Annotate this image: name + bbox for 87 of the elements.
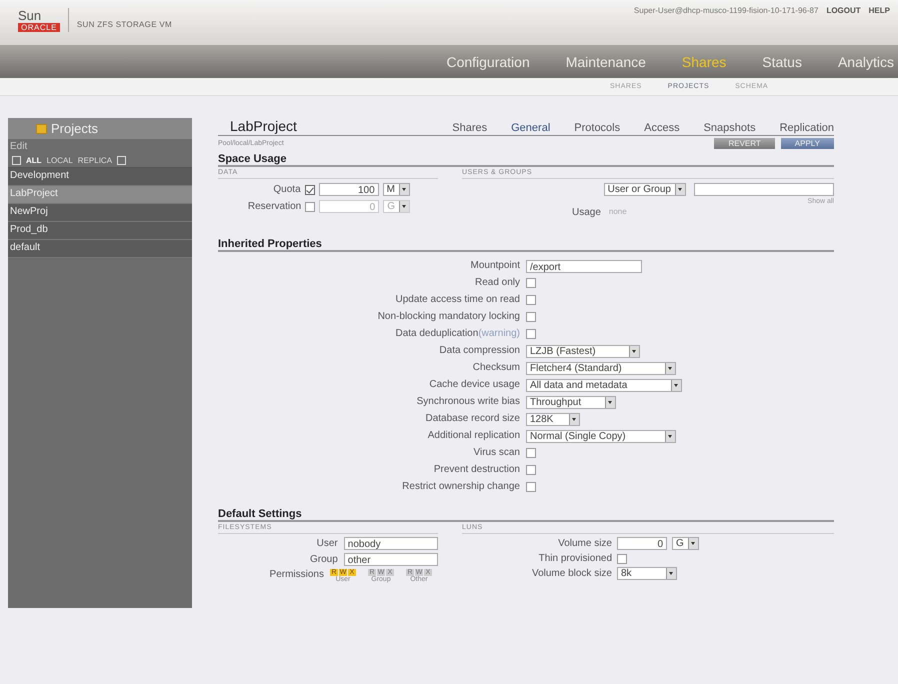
input-field[interactable]: other bbox=[344, 553, 438, 566]
caret-icon bbox=[629, 346, 639, 356]
checkbox[interactable] bbox=[526, 329, 536, 339]
field-label: Mountpoint bbox=[470, 259, 520, 273]
field-label: Checksum bbox=[472, 361, 520, 375]
project-item[interactable]: Prod_db bbox=[8, 222, 192, 240]
field-label: Quota bbox=[273, 184, 301, 195]
caret-icon bbox=[569, 414, 579, 424]
user-group-dropdown[interactable]: User or Group bbox=[604, 183, 686, 196]
input-field[interactable] bbox=[694, 183, 834, 196]
caret-icon bbox=[665, 362, 675, 374]
field-label: Prevent destruction bbox=[432, 463, 520, 477]
dropdown[interactable]: Throughput bbox=[526, 396, 616, 408]
input-field[interactable]: nobody bbox=[344, 537, 438, 550]
field-label: Data compression bbox=[438, 344, 520, 358]
usage-label: Usage bbox=[572, 207, 601, 218]
brand-name: Sun bbox=[18, 8, 42, 23]
project-tab[interactable]: Shares bbox=[452, 122, 488, 134]
field-label: Thin provisioned bbox=[538, 553, 612, 564]
filter-tab[interactable]: LOCAL bbox=[46, 156, 73, 165]
field-label: Virus scan bbox=[472, 446, 520, 460]
header-link[interactable]: LOGOUT bbox=[826, 6, 861, 15]
folder-icon bbox=[36, 124, 47, 134]
caret-icon bbox=[666, 568, 676, 579]
field-label: Reservation bbox=[248, 201, 302, 212]
dropdown[interactable]: Normal (Single Copy) bbox=[526, 430, 676, 442]
project-tab[interactable]: Snapshots bbox=[704, 122, 756, 134]
project-item[interactable]: default bbox=[8, 240, 192, 258]
unit-dropdown[interactable]: M bbox=[382, 183, 410, 196]
caret-icon bbox=[688, 538, 698, 549]
checkbox[interactable] bbox=[526, 448, 536, 458]
field-label: Additional replication bbox=[426, 429, 520, 443]
caret-icon bbox=[675, 184, 685, 195]
dropdown[interactable]: Fletcher4 (Standard) bbox=[526, 362, 676, 374]
checkbox[interactable] bbox=[526, 278, 536, 288]
input-field[interactable]: /export bbox=[526, 260, 642, 272]
caret-icon bbox=[399, 184, 409, 195]
field-label: Group bbox=[308, 554, 338, 565]
project-item[interactable]: LabProject bbox=[8, 186, 192, 204]
field-label: Data deduplication(warning) bbox=[394, 327, 520, 341]
field-label: User bbox=[316, 538, 338, 549]
header-link[interactable]: HELP bbox=[868, 6, 890, 15]
dropdown[interactable]: LZJB (Fastest) bbox=[526, 344, 640, 358]
caret-icon bbox=[399, 201, 409, 212]
section-title: Inherited Properties bbox=[218, 238, 834, 252]
input-field[interactable]: 0 bbox=[617, 537, 667, 550]
project-tab[interactable]: Access bbox=[644, 122, 680, 134]
brand-badge: ORACLE bbox=[18, 23, 60, 32]
unit-dropdown[interactable]: G bbox=[672, 537, 699, 550]
field-label: Restrict ownership change bbox=[401, 480, 520, 494]
user-host: Super-User@dhcp-musco-1199-fision-10-171-96-87 bbox=[634, 6, 818, 15]
product-name: SUN ZFS STORAGE VM bbox=[76, 20, 172, 29]
field-label: Volume size bbox=[557, 538, 612, 549]
checkbox[interactable] bbox=[617, 554, 627, 564]
caret-icon bbox=[671, 380, 681, 390]
dropdown[interactable]: All data and metadata bbox=[526, 378, 682, 392]
usage-value: none bbox=[608, 207, 627, 218]
caret-icon bbox=[665, 430, 675, 442]
field-label: Volume block size bbox=[530, 568, 612, 579]
checkbox[interactable] bbox=[526, 465, 536, 475]
section-title: Space Usage bbox=[218, 153, 834, 167]
checkbox[interactable] bbox=[304, 184, 315, 194]
field-label: Update access time on read bbox=[394, 293, 520, 307]
field-label: Non-blocking mandatory locking bbox=[376, 310, 520, 324]
field-label: Permissions bbox=[268, 569, 324, 580]
project-tab[interactable]: General bbox=[511, 122, 550, 134]
checkbox[interactable] bbox=[526, 312, 536, 322]
filter-tab[interactable]: REPLICA bbox=[78, 156, 112, 165]
field-label: Synchronous write bias bbox=[416, 395, 520, 409]
dropdown[interactable]: 8k bbox=[617, 567, 677, 580]
filter-tab[interactable]: ALL bbox=[26, 156, 42, 165]
project-title: LabProject bbox=[229, 118, 298, 134]
project-item[interactable]: Development bbox=[8, 168, 192, 186]
field-label: Database record size bbox=[424, 412, 520, 426]
edit-link[interactable]: Edit bbox=[8, 139, 192, 154]
checkbox[interactable] bbox=[526, 295, 536, 305]
field-label: Cache device usage bbox=[428, 378, 520, 392]
field-label: Read only bbox=[474, 276, 520, 290]
project-tab[interactable]: Protocols bbox=[574, 122, 620, 134]
project-item[interactable]: NewProj bbox=[8, 204, 192, 222]
project-tab[interactable]: Replication bbox=[780, 122, 834, 134]
dropdown[interactable]: 128K bbox=[526, 412, 580, 426]
checkbox[interactable] bbox=[526, 482, 536, 492]
input-field[interactable]: 100 bbox=[318, 183, 379, 196]
section-title: Default Settings bbox=[218, 508, 834, 522]
caret-icon bbox=[605, 396, 615, 408]
sidebar-title: Projects bbox=[51, 121, 98, 136]
